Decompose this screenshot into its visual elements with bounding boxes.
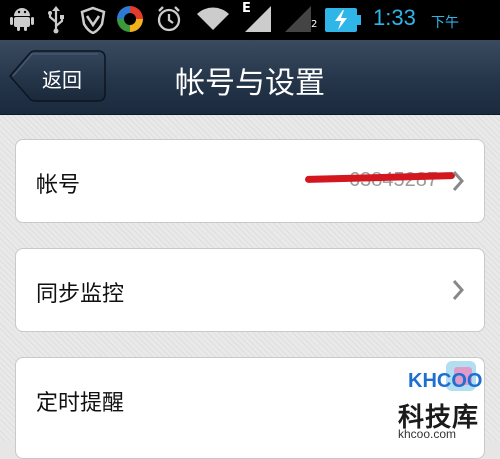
clock-ampm: 下午 bbox=[431, 15, 459, 31]
clock-time: 1:33 bbox=[373, 5, 416, 30]
chevron-right-icon bbox=[452, 279, 465, 305]
signal-2-icon bbox=[283, 4, 313, 38]
khcoo-logo: KHCOO bbox=[408, 361, 482, 392]
signal-type-label: E bbox=[242, 1, 251, 16]
chevron-right-icon bbox=[452, 170, 465, 196]
settings-item-sync-monitor[interactable]: 同步监控 bbox=[15, 248, 485, 332]
page-title: 帐号与设置 bbox=[175, 66, 325, 101]
alarm-clock-icon bbox=[156, 5, 182, 37]
settings-item-account[interactable]: 帐号 63845287 bbox=[15, 139, 485, 223]
khcoo-logo-text: KHCOO bbox=[408, 370, 482, 392]
android-debug-icon bbox=[10, 6, 34, 36]
vpn-shield-icon bbox=[80, 6, 106, 38]
account-label: 帐号 bbox=[36, 173, 81, 198]
battery-charging-icon bbox=[324, 7, 364, 37]
sync-monitor-label: 同步监控 bbox=[36, 282, 125, 307]
app-colorwheel-icon bbox=[116, 5, 144, 37]
timed-reminder-label: 定时提醒 bbox=[36, 391, 125, 416]
title-bar: 返回 帐号与设置 bbox=[0, 40, 500, 115]
watermark-url: khcoo.com bbox=[398, 427, 457, 441]
sim-index-label: 2 bbox=[311, 19, 318, 30]
usb-icon bbox=[46, 6, 66, 38]
khcoo-watermark: KHCOO 科技库 khcoo.com bbox=[394, 357, 494, 441]
wifi-icon bbox=[195, 6, 231, 36]
status-bar: E 2 1:33 下午 bbox=[0, 0, 500, 40]
